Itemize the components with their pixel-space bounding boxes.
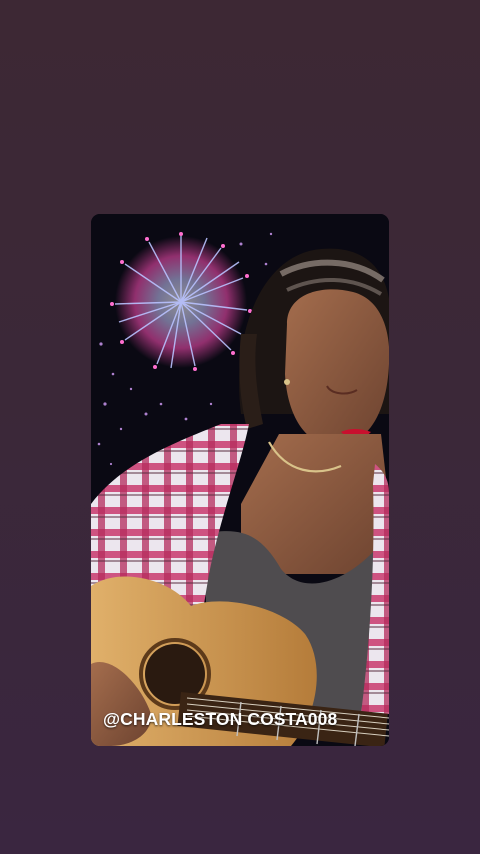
story-photo [91,214,389,746]
face [285,289,389,447]
mention-sticker[interactable]: @CHARLESTON COSTA008 [103,709,337,730]
story-media[interactable]: @CHARLESTON COSTA008 [91,214,389,746]
story-screen: { "story": { "mention_text": "@CHARLESTO… [0,0,480,854]
earring [284,379,290,385]
